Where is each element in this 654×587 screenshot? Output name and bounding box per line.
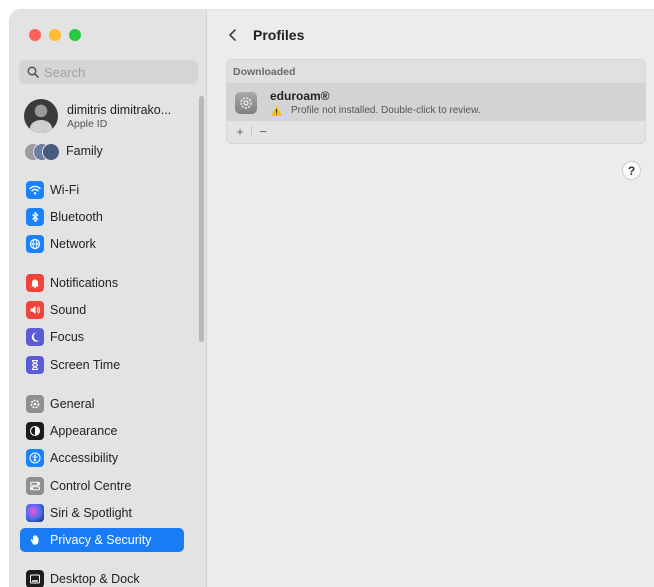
sidebar-item-desktop-dock[interactable]: Desktop & Dock <box>20 567 184 587</box>
dock-icon <box>26 570 44 587</box>
profile-name: eduroam® <box>270 88 330 103</box>
sidebar-item-label: Privacy & Security <box>50 533 152 547</box>
system-settings-window: dimitris dimitrako... Apple ID Family Wi… <box>10 10 654 587</box>
family-avatars-icon <box>24 142 60 161</box>
help-button[interactable]: ? <box>622 161 641 180</box>
sidebar-item-screen-time[interactable]: Screen Time <box>20 353 184 377</box>
sidebar-item-general[interactable]: General <box>20 392 184 416</box>
profile-gear-icon <box>235 91 257 114</box>
profile-name: dimitris dimitrako... <box>67 102 172 117</box>
wifi-icon <box>26 181 44 199</box>
moon-icon <box>26 328 44 346</box>
gear-icon <box>26 395 44 413</box>
sidebar-item-label: Network <box>50 237 96 251</box>
search-field[interactable] <box>19 60 198 84</box>
minimize-window-button[interactable] <box>49 29 61 41</box>
close-window-button[interactable] <box>29 29 41 41</box>
sidebar-item-label: Bluetooth <box>50 210 103 224</box>
avatar <box>24 99 58 133</box>
apple-id-profile[interactable]: dimitris dimitrako... Apple ID <box>24 98 194 134</box>
sidebar-item-label: Desktop & Dock <box>50 572 140 586</box>
section-header: Downloaded <box>227 60 645 84</box>
sidebar-item-family[interactable]: Family <box>24 141 103 161</box>
profile-subtitle: Apple ID <box>67 117 108 130</box>
profiles-list: Downloaded eduroam® Profile not installe… <box>226 59 646 144</box>
control-centre-icon <box>26 477 44 495</box>
search-input[interactable] <box>44 64 184 80</box>
sidebar-item-label: General <box>50 397 95 411</box>
window-controls <box>29 29 81 41</box>
profile-status: Profile not installed. Double-click to r… <box>291 105 481 116</box>
sidebar-scrollbar[interactable] <box>199 96 204 342</box>
appearance-icon <box>26 422 44 440</box>
sidebar-item-bluetooth[interactable]: Bluetooth <box>20 205 184 229</box>
sidebar-item-notifications[interactable]: Notifications <box>20 271 184 295</box>
remove-profile-button[interactable]: − <box>256 124 270 139</box>
sidebar-item-control-centre[interactable]: Control Centre <box>20 474 184 498</box>
sidebar-item-label: Sound <box>50 303 87 317</box>
chevron-left-icon <box>229 29 236 41</box>
hourglass-icon <box>26 356 44 374</box>
bell-icon <box>26 274 44 292</box>
sidebar: dimitris dimitrako... Apple ID Family Wi… <box>10 10 207 587</box>
list-footer: + − <box>227 121 645 141</box>
sidebar-item-label: Siri & Spotlight <box>50 506 132 520</box>
sidebar-item-focus[interactable]: Focus <box>20 325 184 349</box>
speaker-icon <box>26 301 44 319</box>
sidebar-item-label: Family <box>66 144 103 158</box>
sidebar-item-wifi[interactable]: Wi-Fi <box>20 178 184 202</box>
sidebar-item-label: Focus <box>50 330 85 344</box>
main-content: Profiles Downloaded eduroam® Profile not… <box>207 10 654 587</box>
bluetooth-icon <box>26 208 44 226</box>
globe-icon <box>26 235 44 253</box>
page-title: Profiles <box>253 27 305 43</box>
sidebar-item-label: Screen Time <box>50 358 121 372</box>
sidebar-item-label: Control Centre <box>50 479 132 493</box>
sidebar-item-label: Accessibility <box>50 451 119 465</box>
sidebar-item-siri-spotlight[interactable]: Siri & Spotlight <box>20 501 184 525</box>
warning-icon <box>270 105 283 116</box>
sidebar-item-label: Notifications <box>50 276 119 290</box>
accessibility-icon <box>26 449 44 467</box>
hand-icon <box>26 531 44 549</box>
divider <box>251 125 252 137</box>
sidebar-item-appearance[interactable]: Appearance <box>20 419 184 443</box>
sidebar-item-privacy-security[interactable]: Privacy & Security <box>20 528 184 552</box>
sidebar-item-label: Wi-Fi <box>50 183 80 197</box>
sidebar-item-sound[interactable]: Sound <box>20 298 184 322</box>
add-profile-button[interactable]: + <box>233 124 247 139</box>
siri-icon <box>26 504 44 522</box>
search-icon <box>27 66 39 78</box>
zoom-window-button[interactable] <box>69 29 81 41</box>
back-button[interactable] <box>225 27 241 43</box>
sidebar-item-accessibility[interactable]: Accessibility <box>20 446 184 470</box>
sidebar-item-label: Appearance <box>50 424 118 438</box>
profile-row[interactable]: eduroam® Profile not installed. Double-c… <box>227 84 645 121</box>
sidebar-item-network[interactable]: Network <box>20 232 184 256</box>
